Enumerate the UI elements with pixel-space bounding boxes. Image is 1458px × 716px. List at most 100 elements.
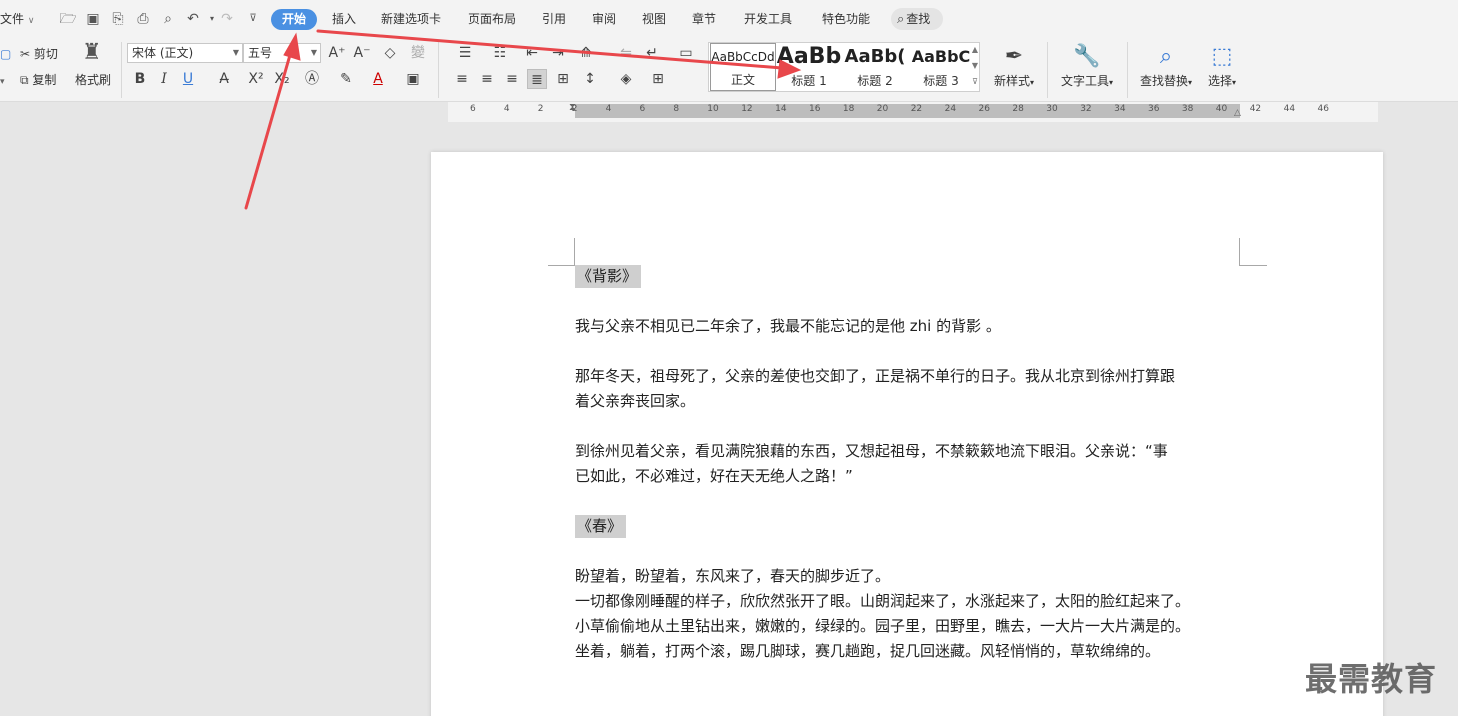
undo-icon[interactable]: ↶ bbox=[184, 10, 202, 28]
superscript-icon[interactable]: X² bbox=[246, 69, 266, 89]
ruler-tick-label: 26 bbox=[978, 104, 990, 114]
tab-chapter[interactable]: 章节 bbox=[692, 10, 716, 28]
style-preview: AaBbC bbox=[911, 47, 971, 66]
style-heading-1[interactable]: AaBb 标题 1 bbox=[776, 43, 842, 91]
phonetic-guide-icon[interactable]: 變 bbox=[408, 43, 428, 63]
decrease-indent-icon[interactable]: ⇤ bbox=[522, 43, 542, 63]
style-heading-3[interactable]: AaBbC 标题 3 bbox=[908, 43, 974, 91]
chinese-layout-icon[interactable]: ⟰ bbox=[576, 43, 596, 63]
text-tools-button[interactable]: 🔧 文字工具▾ bbox=[1056, 42, 1118, 89]
search-icon: ⌕ bbox=[897, 12, 905, 27]
heading-beiying[interactable]: 《背影》 bbox=[575, 264, 642, 289]
print-preview-icon[interactable]: ⌕ bbox=[159, 10, 177, 28]
borders-icon[interactable]: ⊞ bbox=[648, 69, 668, 89]
highlight-icon[interactable]: ✎ bbox=[336, 69, 356, 89]
clear-format-icon[interactable]: ◇ bbox=[380, 43, 400, 63]
tab-stops-icon[interactable]: ▭ bbox=[676, 43, 696, 63]
font-color-icon[interactable]: A bbox=[368, 69, 388, 89]
underline-icon[interactable]: U bbox=[178, 69, 198, 89]
subscript-icon[interactable]: X₂ bbox=[272, 69, 292, 89]
new-style-button[interactable]: ✒ 新样式▾ bbox=[988, 42, 1040, 89]
shading-icon[interactable]: ◈ bbox=[616, 69, 636, 89]
search-button[interactable]: ⌕ 查找 bbox=[891, 8, 943, 30]
scroll-down-icon[interactable]: ▼ bbox=[972, 61, 978, 70]
font-size-select[interactable]: 五号 ▼ bbox=[243, 43, 321, 63]
group-separator bbox=[1127, 42, 1128, 98]
bold-icon[interactable]: B bbox=[130, 69, 150, 89]
save-icon[interactable]: ▣ bbox=[84, 10, 102, 28]
character-border-icon[interactable]: ▣ bbox=[403, 69, 423, 89]
format-painter-button[interactable]: 格式刷 bbox=[75, 72, 111, 88]
text-tools-label: 文字工具 bbox=[1060, 74, 1109, 88]
justify-icon[interactable]: ≣ bbox=[527, 69, 547, 89]
ruler-tick-label: 22 bbox=[910, 104, 923, 114]
align-left-icon[interactable]: ≡ bbox=[452, 69, 472, 89]
paragraph[interactable]: 着父亲奔丧回家。 bbox=[575, 389, 695, 414]
strikethrough-icon[interactable]: A̶ bbox=[214, 69, 234, 89]
paragraph[interactable]: 已如此，不必难过，好在天无绝人之路！” bbox=[575, 464, 853, 489]
font-name-select[interactable]: 宋体 (正文) ▼ bbox=[127, 43, 243, 63]
expand-gallery-icon[interactable]: ⊽ bbox=[972, 77, 978, 86]
file-menu[interactable]: 文件 ∨ bbox=[0, 10, 34, 30]
cut-button[interactable]: ✂ 剪切 bbox=[20, 46, 58, 62]
file-menu-label: 文件 bbox=[0, 12, 25, 26]
open-icon[interactable]: 🗁 bbox=[59, 10, 77, 28]
paragraph[interactable]: 一切都像刚睡醒的样子，欣欣然张开了眼。山朗润起来了，水涨起来了，太阳的脸红起来了… bbox=[575, 589, 1190, 614]
paragraph[interactable]: 坐着，躺着，打两个滚，踢几脚球，赛几趟跑，捉几回迷藏。风轻悄悄的，草软绵绵的。 bbox=[575, 639, 1160, 664]
styles-gallery: AaBbCcDd 正文 AaBb 标题 1 AaBb( 标题 2 AaBbC 标… bbox=[708, 42, 980, 92]
style-normal[interactable]: AaBbCcDd 正文 bbox=[710, 43, 776, 91]
ruler-tick-label: 36 bbox=[1148, 104, 1160, 114]
shrink-font-icon[interactable]: A⁻ bbox=[352, 43, 372, 63]
indent-marker-icon[interactable]: ⧗ bbox=[569, 102, 576, 113]
group-separator bbox=[1047, 42, 1048, 98]
tab-references[interactable]: 引用 bbox=[542, 10, 566, 28]
grow-font-icon[interactable]: A⁺ bbox=[327, 43, 347, 63]
redo-icon[interactable]: ↷ bbox=[218, 10, 236, 28]
select-button[interactable]: ⬚ 选择▾ bbox=[1202, 42, 1242, 89]
search-label: 查找 bbox=[906, 12, 931, 26]
numbered-list-icon[interactable]: ☷ bbox=[490, 43, 510, 63]
text-direction-icon[interactable]: ⇋ bbox=[616, 43, 636, 63]
copy-button[interactable]: ⧉ 复制 bbox=[20, 72, 56, 88]
increase-indent-icon[interactable]: ⇥ bbox=[548, 43, 568, 63]
ruler-tick-label: 24 bbox=[944, 104, 957, 114]
tab-view[interactable]: 视图 bbox=[642, 10, 666, 28]
right-indent-marker-icon[interactable]: △ bbox=[1234, 108, 1241, 118]
align-center-icon[interactable]: ≡ bbox=[477, 69, 497, 89]
tab-start[interactable]: 开始 bbox=[271, 9, 317, 30]
paste-dropdown-icon[interactable]: ▾ bbox=[0, 74, 5, 90]
paragraph[interactable]: 我与父亲不相见已二年余了，我最不能忘记的是他 zhi 的背影 。 bbox=[575, 314, 1001, 339]
tab-special-features[interactable]: 特色功能 bbox=[822, 10, 870, 28]
ruler-tick-label: 20 bbox=[876, 104, 889, 114]
ruler-tick-label: 34 bbox=[1114, 104, 1126, 114]
tab-review[interactable]: 审阅 bbox=[592, 10, 616, 28]
ruler-tick-label: 8 bbox=[673, 104, 680, 114]
tab-insert[interactable]: 插入 bbox=[332, 10, 356, 28]
paste-icon[interactable]: ▢ bbox=[0, 46, 11, 62]
bullet-list-icon[interactable]: ☰ bbox=[455, 43, 475, 63]
ruler-tick-label: 6 bbox=[470, 104, 476, 114]
paragraph[interactable]: 那年冬天，祖母死了，父亲的差使也交卸了，正是祸不单行的日子。我从北京到徐州打算跟 bbox=[575, 364, 1175, 389]
customize-toolbar-icon[interactable]: ⊽ bbox=[244, 10, 262, 28]
distributed-icon[interactable]: ⊞ bbox=[553, 69, 573, 89]
ruler-tick-label: 18 bbox=[842, 104, 855, 114]
align-right-icon[interactable]: ≡ bbox=[502, 69, 522, 89]
heading-chun[interactable]: 《春》 bbox=[575, 514, 627, 539]
scroll-up-icon[interactable]: ▲ bbox=[972, 45, 978, 54]
tab-page-layout[interactable]: 页面布局 bbox=[468, 10, 516, 28]
tab-developer[interactable]: 开发工具 bbox=[744, 10, 792, 28]
italic-icon[interactable]: I bbox=[154, 69, 174, 89]
print-icon[interactable]: ⎙ bbox=[134, 10, 152, 28]
pen-icon: ✒ bbox=[1004, 44, 1024, 69]
show-marks-icon[interactable]: ↵ bbox=[642, 43, 662, 63]
paragraph[interactable]: 小草偷偷地从土里钻出来，嫩嫩的，绿绿的。园子里，田野里，瞧去，一大片一大片满是的… bbox=[575, 614, 1190, 639]
output-icon[interactable]: ⎘ bbox=[109, 10, 127, 28]
tab-new-tab[interactable]: 新建选项卡 bbox=[381, 10, 441, 28]
line-spacing-icon[interactable]: ↕ bbox=[580, 69, 600, 89]
text-effect-icon[interactable]: Ⓐ bbox=[302, 69, 322, 89]
paragraph[interactable]: 到徐州见着父亲，看见满院狼藉的东西，又想起祖母，不禁簌簌地流下眼泪。父亲说：“事 bbox=[575, 439, 1168, 464]
style-heading-2[interactable]: AaBb( 标题 2 bbox=[842, 43, 908, 91]
find-replace-button[interactable]: ⌕ 查找替换▾ bbox=[1135, 42, 1197, 89]
ruler-tick-label: 28 bbox=[1012, 104, 1024, 114]
paragraph[interactable]: 盼望着，盼望着，东风来了，春天的脚步近了。 bbox=[575, 564, 890, 589]
